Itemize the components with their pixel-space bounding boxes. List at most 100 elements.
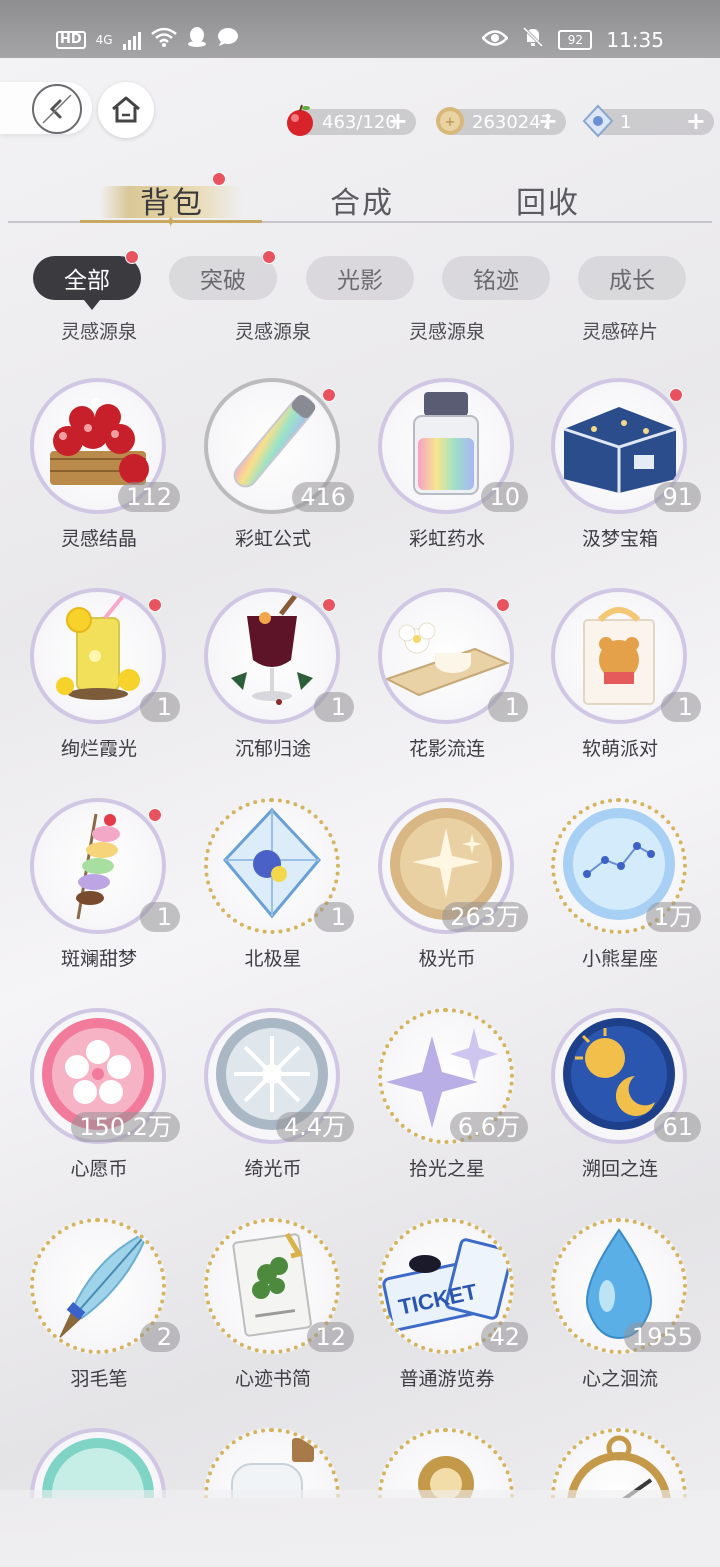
- inventory-item[interactable]: [186, 1428, 360, 1498]
- inventory-item[interactable]: 112 灵感结晶: [12, 378, 186, 578]
- item-new-red-dot: [496, 598, 510, 612]
- message-icon: [217, 27, 239, 53]
- subtab-growth[interactable]: 成长: [578, 256, 686, 300]
- status-bar: HD 4G 92 11:35: [0, 0, 720, 58]
- inventory-item[interactable]: 1 斑斓甜梦: [12, 798, 186, 998]
- back-arrow-icon: [42, 94, 72, 124]
- item-name: 心愿币: [70, 1158, 128, 1180]
- inventory-item[interactable]: 10 彩虹药水: [360, 378, 534, 578]
- inventory-item[interactable]: [360, 1428, 534, 1498]
- subtab-inscription[interactable]: 铭迹: [442, 256, 550, 300]
- svg-text:+: +: [445, 115, 456, 130]
- item-icon-frame: [378, 1428, 514, 1498]
- ornament-icon: [386, 1434, 506, 1498]
- item-icon-frame: [204, 1428, 340, 1498]
- item-name: 心之洄流: [581, 1368, 658, 1390]
- subtab-breakthrough-red-dot: [262, 250, 276, 264]
- resource-gold-coin[interactable]: + 2630247 +: [436, 107, 566, 135]
- inventory-item[interactable]: 6.6万拾光之星: [360, 1008, 534, 1208]
- inventory-item[interactable]: 1 北极星: [186, 798, 360, 998]
- item-name: 心迹书简: [234, 1368, 311, 1390]
- item-name: 北极星: [244, 948, 302, 970]
- inventory-item[interactable]: 150.2万心愿币: [12, 1008, 186, 1208]
- item-name: 绮光币: [244, 1158, 302, 1180]
- item-name: 极光币: [418, 948, 476, 970]
- inventory-item[interactable]: [12, 1428, 186, 1498]
- battery-indicator: 92: [558, 30, 593, 50]
- resource-diamond[interactable]: 1 +: [582, 104, 714, 138]
- inventory-item[interactable]: 1 花影流连: [360, 588, 534, 788]
- back-button[interactable]: [32, 84, 82, 134]
- inventory-item[interactable]: 12 心迹书简: [186, 1218, 360, 1418]
- mint-coin-icon: [38, 1434, 158, 1498]
- mulled-wine-icon: [217, 594, 327, 718]
- subtab-all-red-dot: [125, 250, 139, 264]
- resource-apple[interactable]: 463/120 +: [287, 104, 416, 136]
- tab-synthesis[interactable]: 合成: [330, 178, 394, 222]
- add-gold-coin-button[interactable]: +: [538, 107, 558, 135]
- item-count: 12: [307, 1322, 354, 1352]
- inventory-item[interactable]: 416 彩虹公式: [186, 378, 360, 578]
- inventory-item[interactable]: 1 绚烂霞光: [12, 588, 186, 788]
- item-name: 花影流连: [408, 738, 485, 760]
- subtab-light-shadow[interactable]: 光影: [306, 256, 414, 300]
- item-count: 263万: [442, 902, 528, 932]
- inventory-item[interactable]: 1 软萌派对: [533, 588, 707, 788]
- rainbow-potion-icon: [396, 384, 496, 508]
- add-apple-button[interactable]: +: [388, 107, 408, 135]
- item-count: 150.2万: [71, 1112, 180, 1142]
- item-count: 1: [488, 692, 528, 722]
- diamond-value: 1: [620, 111, 632, 133]
- item-count: 42: [481, 1322, 528, 1352]
- quill-pen-icon: [38, 1224, 158, 1348]
- item-name: 羽毛笔: [70, 1368, 128, 1390]
- inventory-item[interactable]: 61 溯回之连: [533, 1008, 707, 1208]
- compass-icon: [559, 1434, 679, 1498]
- hd-badge: HD: [56, 31, 86, 49]
- item-count: 1: [314, 902, 354, 932]
- item-count: 1: [140, 902, 180, 932]
- item-count: 1万: [645, 902, 701, 932]
- item-new-red-dot: [322, 598, 336, 612]
- inventory-item[interactable]: 1955 心之洄流: [533, 1218, 707, 1418]
- item-name: 绚烂霞光: [60, 738, 137, 760]
- inventory-item[interactable]: [533, 1428, 707, 1498]
- home-button[interactable]: [98, 82, 154, 138]
- lemonade-icon: [43, 594, 153, 718]
- item-name: 软萌派对: [581, 738, 658, 760]
- inventory-item[interactable]: 4.4万 绮光币: [186, 1008, 360, 1208]
- item-icon-frame: [30, 1428, 166, 1498]
- clock: 11:35: [606, 28, 664, 52]
- inventory-item[interactable]: 2 羽毛笔: [12, 1218, 186, 1418]
- subtab-breakthrough[interactable]: 突破: [169, 256, 277, 300]
- teddy-bag-icon: [564, 594, 674, 718]
- subtab-pointer: [84, 300, 100, 310]
- item-new-red-dot: [669, 388, 683, 402]
- diamond-icon: [580, 103, 616, 139]
- item-name: 斑斓甜梦: [60, 948, 137, 970]
- item-count: 10: [481, 482, 528, 512]
- item-count: 1955: [623, 1322, 701, 1352]
- inventory-item[interactable]: 1万 小熊星座: [533, 798, 707, 998]
- item-count: 112: [118, 482, 180, 512]
- subtab-all[interactable]: 全部: [33, 256, 141, 300]
- item-new-red-dot: [322, 388, 336, 402]
- item-name: 彩虹药水: [408, 528, 485, 550]
- item-name: 汲梦宝箱: [581, 528, 658, 550]
- bottom-fade: [0, 1490, 720, 1567]
- inventory-item[interactable]: TICKET 42 普通游览券: [360, 1218, 534, 1418]
- home-icon: [112, 96, 140, 123]
- eye-icon: [481, 28, 510, 53]
- item-count: 6.6万: [449, 1112, 528, 1142]
- inventory-item[interactable]: 1 沉郁归途: [186, 588, 360, 788]
- item-name: 拾光之星: [408, 1158, 485, 1180]
- item-new-red-dot: [148, 598, 162, 612]
- item-name: 彩虹公式: [234, 528, 311, 550]
- item-name: 沉郁归途: [234, 738, 311, 760]
- tab-recycle[interactable]: 回收: [516, 178, 580, 222]
- add-diamond-button[interactable]: +: [686, 107, 706, 135]
- item-name: 灵感结晶: [60, 528, 137, 550]
- macaron-skewer-icon: [48, 804, 148, 928]
- inventory-item[interactable]: 263万极光币: [360, 798, 534, 998]
- inventory-item[interactable]: 91 汲梦宝箱: [533, 378, 707, 578]
